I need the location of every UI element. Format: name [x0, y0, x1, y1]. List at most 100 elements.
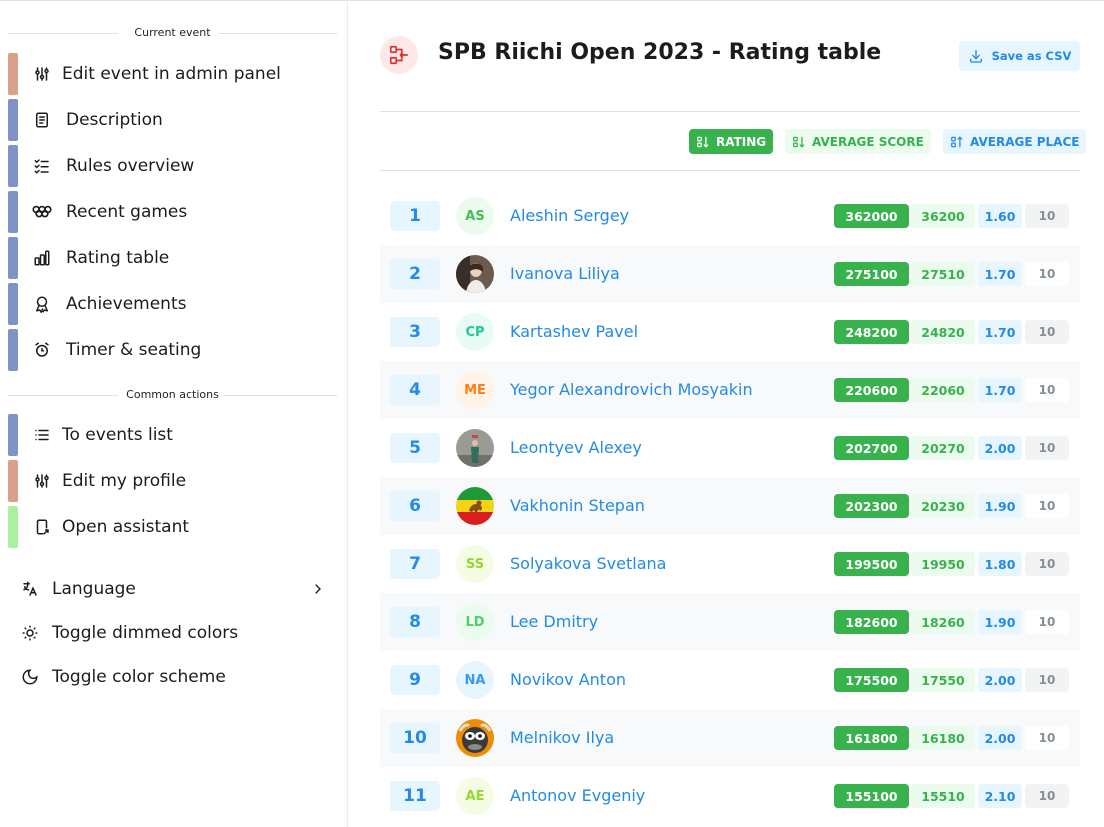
accent-bar: [8, 414, 18, 456]
average-score-badge: 20270: [911, 436, 975, 460]
rank-badge: 7: [390, 549, 440, 579]
save-csv-label: Save as CSV: [991, 49, 1072, 63]
avatar: NA: [456, 661, 494, 699]
sidebar-item-edit-event-in-admin-panel[interactable]: Edit event in admin panel: [8, 53, 337, 95]
average-place-badge: 1.60: [978, 204, 1022, 228]
menu-language[interactable]: Language: [20, 574, 330, 604]
games-count-badge: 10: [1025, 320, 1069, 344]
accent-bar: [8, 145, 18, 187]
sliders-icon: [32, 471, 52, 491]
sidebar-item-label: Timer & seating: [66, 340, 202, 360]
checklist-icon: [32, 156, 52, 176]
sort-icon: [793, 136, 805, 148]
rating-badge: 248200: [834, 320, 909, 344]
sidebar-item-to-events-list[interactable]: To events list: [8, 414, 337, 456]
sort-rating-button[interactable]: RATING: [689, 129, 774, 154]
sidebar-item-description[interactable]: Description: [8, 99, 337, 141]
player-name-link[interactable]: Leontyev Alexey: [510, 438, 642, 457]
rating-badge: 275100: [834, 262, 909, 286]
avatar: ME: [456, 371, 494, 409]
sidebar-item-open-assistant[interactable]: Open assistant: [8, 506, 337, 548]
sidebar-item-label: To events list: [62, 425, 173, 445]
alarm-clock-icon: [32, 340, 52, 360]
document-icon: [32, 110, 52, 130]
sort-average-score-button[interactable]: AVERAGE SCORE: [785, 129, 931, 154]
rating-badge: 362000: [834, 204, 909, 228]
average-place-badge: 1.70: [978, 378, 1022, 402]
sidebar-item-recent-games[interactable]: Recent games: [8, 191, 337, 233]
download-icon: [969, 50, 982, 63]
average-place-badge: 1.70: [978, 262, 1022, 286]
sidebar-item-rules-overview[interactable]: Rules overview: [8, 145, 337, 187]
current-event-divider: Current event: [8, 26, 337, 40]
sidebar-item-rating-table[interactable]: Rating table: [8, 237, 337, 279]
award-icon: [32, 294, 52, 314]
sliders-icon: [32, 64, 52, 84]
player-name-link[interactable]: Antonov Evgeniy: [510, 786, 645, 805]
save-csv-button[interactable]: Save as CSV: [959, 41, 1080, 71]
translate-icon: [20, 579, 40, 599]
average-score-badge: 17550: [911, 668, 975, 692]
avatar: [456, 719, 494, 757]
menu-toggle-dimmed-colors[interactable]: Toggle dimmed colors: [20, 618, 330, 648]
sidebar-item-label: Rules overview: [66, 156, 195, 176]
rating-badge: 155100: [834, 784, 909, 808]
games-count-badge: 10: [1025, 610, 1069, 634]
player-name-link[interactable]: Novikov Anton: [510, 670, 626, 689]
sidebar-item-label: Open assistant: [62, 517, 190, 537]
average-score-badge: 27510: [911, 262, 975, 286]
player-name-link[interactable]: Ivanova Liliya: [510, 264, 620, 283]
table-row: 10 Melnikov Ilya 161800 16180 2.00 10: [380, 709, 1080, 767]
average-place-badge: 2.00: [978, 726, 1022, 750]
games-count-badge: 10: [1025, 436, 1069, 460]
main-content: SPB Riichi Open 2023 - Rating table Save…: [380, 0, 1087, 827]
sort-average-place-button[interactable]: AVERAGE PLACE: [943, 129, 1087, 154]
average-score-badge: 36200: [911, 204, 975, 228]
sidebar-item-edit-my-profile[interactable]: Edit my profile: [8, 460, 337, 502]
avatar: SS: [456, 545, 494, 583]
player-name-link[interactable]: Vakhonin Stepan: [510, 496, 645, 515]
accent-bar: [8, 191, 18, 233]
accent-bar: [8, 506, 18, 548]
average-place-badge: 1.90: [978, 610, 1022, 634]
table-row: 11 AE Antonov Evgeniy 155100 15510 2.10 10: [380, 767, 1080, 825]
player-name-link[interactable]: Solyakova Svetlana: [510, 554, 666, 573]
games-count-badge: 10: [1025, 262, 1069, 286]
average-score-badge: 15510: [911, 784, 975, 808]
rating-badge: 161800: [834, 726, 909, 750]
accent-bar: [8, 99, 18, 141]
current-event-label: Current event: [134, 26, 211, 39]
average-place-badge: 2.10: [978, 784, 1022, 808]
avatar: [456, 255, 494, 293]
table-row: 7 SS Solyakova Svetlana 199500 19950 1.80 10: [380, 535, 1080, 593]
sidebar-item-achievements[interactable]: Achievements: [8, 283, 337, 325]
games-count-badge: 10: [1025, 784, 1069, 808]
sidebar-item-label: Description: [66, 110, 163, 130]
table-row: 5 Leontyev Alexey 202700 20270 2.00 10: [380, 419, 1080, 477]
sidebar-item-label: Edit my profile: [62, 471, 187, 491]
player-name-link[interactable]: Kartashev Pavel: [510, 322, 638, 341]
menu-label: Language: [52, 579, 136, 599]
common-actions-divider: Common actions: [8, 388, 337, 402]
rating-badge: 202300: [834, 494, 909, 518]
player-name-link[interactable]: Lee Dmitry: [510, 612, 598, 631]
menu-label: Toggle dimmed colors: [52, 623, 239, 643]
rating-badge: 220600: [834, 378, 909, 402]
avatar: [456, 487, 494, 525]
sidebar-item-label: Rating table: [66, 248, 170, 268]
player-name-link[interactable]: Yegor Alexandrovich Mosyakin: [510, 380, 753, 399]
accent-bar: [8, 53, 18, 95]
sidebar-item-timer-seating[interactable]: Timer & seating: [8, 329, 337, 371]
rank-badge: 1: [390, 201, 440, 231]
average-score-badge: 24820: [911, 320, 975, 344]
games-count-badge: 10: [1025, 494, 1069, 518]
rank-badge: 4: [390, 375, 440, 405]
player-name-link[interactable]: Aleshin Sergey: [510, 206, 629, 225]
table-divider: [380, 170, 1080, 171]
accent-bar: [8, 460, 18, 502]
player-name-link[interactable]: Melnikov Ilya: [510, 728, 614, 747]
average-place-badge: 2.00: [978, 436, 1022, 460]
sort-icon: [951, 135, 963, 147]
menu-toggle-color-scheme[interactable]: Toggle color scheme: [20, 662, 330, 692]
games-count-badge: 10: [1025, 204, 1069, 228]
